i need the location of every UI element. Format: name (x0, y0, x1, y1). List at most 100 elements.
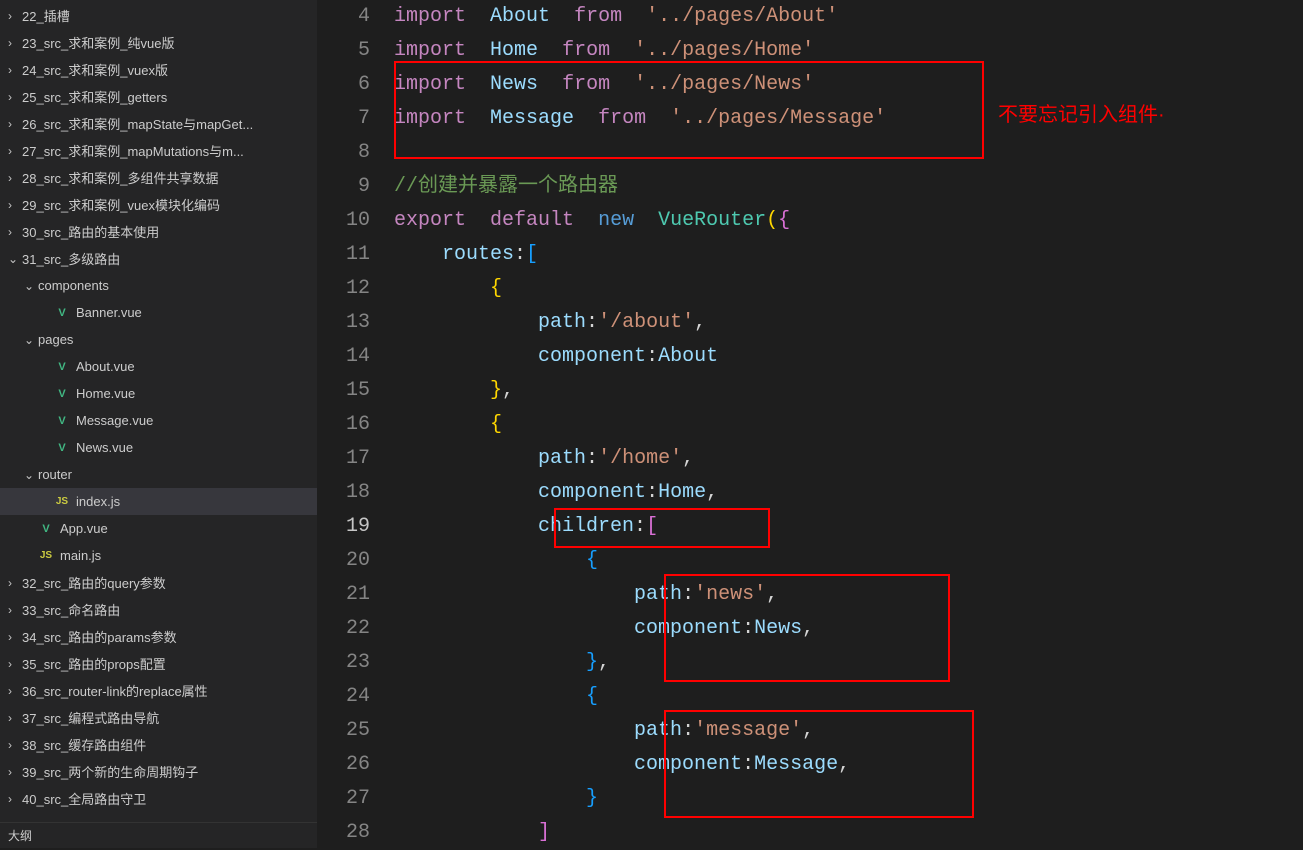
folder-item[interactable]: ›23_src_求和案例_纯vue版 (0, 29, 317, 56)
code-line[interactable]: { (394, 544, 1303, 578)
line-number: 18 (318, 476, 370, 510)
tree-item-label: Message.vue (76, 413, 153, 428)
code-line[interactable]: { (394, 680, 1303, 714)
chevron-down-icon: ⌄ (24, 468, 34, 482)
line-number: 15 (318, 374, 370, 408)
code-line[interactable]: routes:[ (394, 238, 1303, 272)
file-item[interactable]: JS index.js (0, 488, 317, 515)
folder-item[interactable]: ›32_src_路由的query参数 (0, 569, 317, 596)
vue-file-icon: V (54, 361, 70, 373)
chevron-right-icon: › (8, 90, 18, 104)
file-item[interactable]: VHome.vue (0, 380, 317, 407)
folder-item[interactable]: ›35_src_路由的props配置 (0, 650, 317, 677)
folder-item[interactable]: ⌄components (0, 272, 317, 299)
tree-item-label: 30_src_路由的基本使用 (22, 222, 159, 241)
file-tree[interactable]: ›22_插槽›23_src_求和案例_纯vue版›24_src_求和案例_vue… (0, 0, 317, 822)
folder-item[interactable]: ›24_src_求和案例_vuex版 (0, 56, 317, 83)
folder-item[interactable]: › 30_src_路由的基本使用 (0, 218, 317, 245)
folder-item[interactable]: ›26_src_求和案例_mapState与mapGet... (0, 110, 317, 137)
folder-item[interactable]: ›33_src_命名路由 (0, 596, 317, 623)
line-number: 26 (318, 748, 370, 782)
line-number: 13 (318, 306, 370, 340)
code-line[interactable]: component:Message, (394, 748, 1303, 782)
vue-file-icon: V (54, 442, 70, 454)
folder-item[interactable]: › 34_src_路由的params参数 (0, 623, 317, 650)
code-line[interactable]: ] (394, 816, 1303, 850)
code-line[interactable]: }, (394, 374, 1303, 408)
line-number: 16 (318, 408, 370, 442)
code-line[interactable]: import Home from '../pages/Home' (394, 34, 1303, 68)
code-line[interactable]: path:'news', (394, 578, 1303, 612)
chevron-right-icon: › (8, 630, 18, 644)
folder-item[interactable]: ⌄router (0, 461, 317, 488)
folder-item[interactable]: › 27_src_求和案例_mapMutations与m... (0, 137, 317, 164)
file-item[interactable]: VApp.vue (0, 515, 317, 542)
chevron-right-icon: › (8, 36, 18, 50)
folder-item[interactable]: › 36_src_router-link的replace属性 (0, 677, 317, 704)
folder-item[interactable]: ›40_src_全局路由守卫 (0, 785, 317, 812)
code-line[interactable]: { (394, 408, 1303, 442)
line-number: 5 (318, 34, 370, 68)
chevron-right-icon: › (8, 684, 18, 698)
code-line[interactable]: path:'/about', (394, 306, 1303, 340)
folder-item[interactable]: ›38_src_缓存路由组件 (0, 731, 317, 758)
folder-item[interactable]: ⌄pages (0, 326, 317, 353)
line-number: 17 (318, 442, 370, 476)
code-editor[interactable]: 4567891011121314151617181920212223242526… (318, 0, 1303, 848)
file-item[interactable]: JSmain.js (0, 542, 317, 569)
code-line[interactable]: { (394, 272, 1303, 306)
tree-item-label: 27_src_求和案例_mapMutations与m... (22, 141, 244, 160)
code-line[interactable]: component:Home, (394, 476, 1303, 510)
code-line[interactable]: children:[ (394, 510, 1303, 544)
code-line[interactable]: component:News, (394, 612, 1303, 646)
code-line[interactable]: } (394, 782, 1303, 816)
line-number: 12 (318, 272, 370, 306)
line-number: 6 (318, 68, 370, 102)
code-line[interactable]: import About from '../pages/About' (394, 0, 1303, 34)
vue-file-icon: V (54, 307, 70, 319)
tree-item-label: 34_src_路由的params参数 (22, 627, 177, 646)
tree-item-label: News.vue (76, 440, 133, 455)
folder-item[interactable]: ›29_src_求和案例_vuex模块化编码 (0, 191, 317, 218)
tree-item-label: App.vue (60, 521, 108, 536)
code-line[interactable]: import Message from '../pages/Message' (394, 102, 1303, 136)
code-line[interactable]: import News from '../pages/News' (394, 68, 1303, 102)
tree-item-label: main.js (60, 548, 101, 563)
file-item[interactable]: V News.vue (0, 434, 317, 461)
chevron-right-icon: › (8, 225, 18, 239)
code-line[interactable]: export default new VueRouter({ (394, 204, 1303, 238)
line-number-gutter: 4567891011121314151617181920212223242526… (318, 0, 394, 848)
folder-item[interactable]: ›37_src_编程式路由导航 (0, 704, 317, 731)
code-line[interactable]: //创建并暴露一个路由器 (394, 170, 1303, 204)
tree-item-label: index.js (76, 494, 120, 509)
outline-panel-header[interactable]: 大纲 (0, 822, 317, 848)
tree-item-label: 38_src_缓存路由组件 (22, 735, 146, 754)
code-line[interactable]: }, (394, 646, 1303, 680)
folder-item[interactable]: ⌄31_src_多级路由 (0, 245, 317, 272)
folder-item[interactable]: ›39_src_两个新的生命周期钩子 (0, 758, 317, 785)
folder-item[interactable]: ›22_插槽 (0, 2, 317, 29)
code-content[interactable]: import About from '../pages/About'import… (394, 0, 1303, 848)
chevron-right-icon: › (8, 144, 18, 158)
tree-item-label: 39_src_两个新的生命周期钩子 (22, 762, 198, 781)
line-number: 27 (318, 782, 370, 816)
file-item[interactable]: VAbout.vue (0, 353, 317, 380)
code-line[interactable]: path:'message', (394, 714, 1303, 748)
tree-item-label: pages (38, 332, 73, 347)
chevron-right-icon: › (8, 171, 18, 185)
line-number: 19 (318, 510, 370, 544)
folder-item[interactable]: ›25_src_求和案例_getters (0, 83, 317, 110)
line-number: 11 (318, 238, 370, 272)
line-number: 20 (318, 544, 370, 578)
file-item[interactable]: VBanner.vue (0, 299, 317, 326)
folder-item[interactable]: ›28_src_求和案例_多组件共享数据 (0, 164, 317, 191)
tree-item-label: 36_src_router-link的replace属性 (22, 681, 208, 700)
js-file-icon: JS (54, 496, 70, 507)
chevron-right-icon: › (8, 576, 18, 590)
chevron-down-icon: ⌄ (8, 252, 18, 266)
file-item[interactable]: VMessage.vue (0, 407, 317, 434)
line-number: 23 (318, 646, 370, 680)
code-line[interactable] (394, 136, 1303, 170)
code-line[interactable]: component:About (394, 340, 1303, 374)
code-line[interactable]: path:'/home', (394, 442, 1303, 476)
